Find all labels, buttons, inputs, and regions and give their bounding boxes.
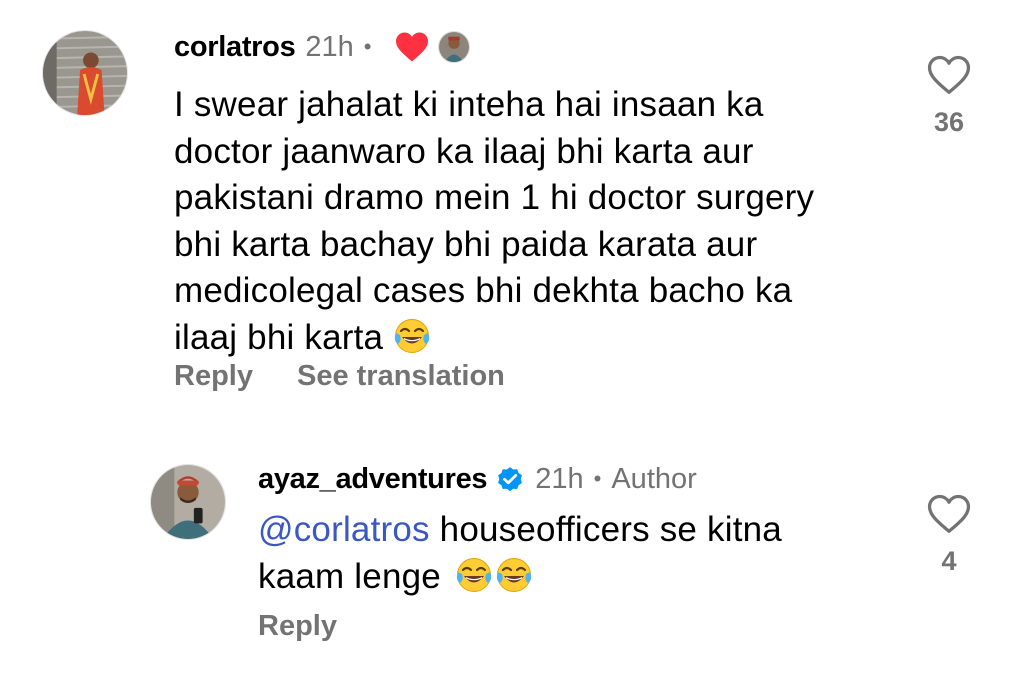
comment-header: corlatros 21h • [174, 29, 470, 65]
verified-badge-icon [498, 467, 523, 492]
like-count: 4 [941, 546, 957, 576]
laughing-emoji-icon [393, 317, 431, 354]
comment-header: ayaz_adventures 21h • Author [258, 461, 697, 497]
reply-button[interactable]: Reply [258, 610, 337, 643]
timestamp: 21h [305, 31, 354, 63]
comment-text-line: ilaaj bhi karta [174, 317, 384, 357]
comment-actions: Reply See translation [174, 360, 505, 393]
author-label: Author [611, 463, 697, 495]
like-heart-icon[interactable] [927, 55, 971, 95]
comment-text-last-line: ilaaj bhi karta [174, 315, 894, 362]
username[interactable]: corlatros [174, 29, 296, 65]
comment-text: I swear jahalat ki inteha hai insaan ka … [174, 82, 894, 361]
laughing-emoji-icon [455, 556, 493, 593]
reply-button[interactable]: Reply [174, 360, 253, 393]
laughing-emoji-icon [495, 556, 533, 593]
comment-text-segment: houseofficers se kitna [429, 510, 782, 549]
comment-text-line: @corlatros houseofficers se kitna [258, 507, 898, 554]
username[interactable]: ayaz_adventures [258, 461, 488, 497]
see-translation-button[interactable]: See translation [297, 360, 505, 393]
avatar-image [151, 465, 225, 539]
comment-text: @corlatros houseofficers se kitna kaam l… [258, 507, 898, 600]
author-mini-avatar [437, 31, 470, 63]
comment-item: corlatros 21h • I swear jahalat ki inteh… [0, 0, 1024, 420]
like-column: 36 [919, 55, 979, 138]
comment-text-line: I swear jahalat ki inteha hai insaan ka [174, 85, 764, 124]
reply-comment-item: ayaz_adventures 21h • Author @corlatros … [0, 440, 1024, 680]
avatar[interactable] [42, 30, 128, 116]
avatar[interactable] [150, 464, 226, 540]
comment-text-line: bhi karta bachay bhi paida karata aur [174, 224, 758, 264]
comment-text-line: doctor jaanwaro ka ilaaj bhi karta aur [174, 131, 754, 171]
comment-text-line: kaam lenge [258, 554, 898, 601]
separator-dot: • [593, 466, 602, 491]
avatar-image [43, 31, 127, 115]
mention-link[interactable]: @corlatros [258, 510, 430, 549]
comment-text-line: medicolegal cases bhi dekhta bacho ka [174, 271, 793, 310]
comment-actions: Reply [258, 610, 337, 643]
author-liked-heart-icon [395, 32, 428, 62]
like-column: 4 [919, 494, 979, 577]
like-count: 36 [933, 107, 965, 137]
like-heart-icon[interactable] [927, 494, 971, 534]
timestamp: 21h [535, 463, 584, 495]
separator-dot: • [363, 34, 372, 59]
comment-text-segment: kaam lenge [258, 556, 441, 596]
comment-text-line: pakistani dramo mein 1 hi doctor surgery [174, 178, 815, 217]
